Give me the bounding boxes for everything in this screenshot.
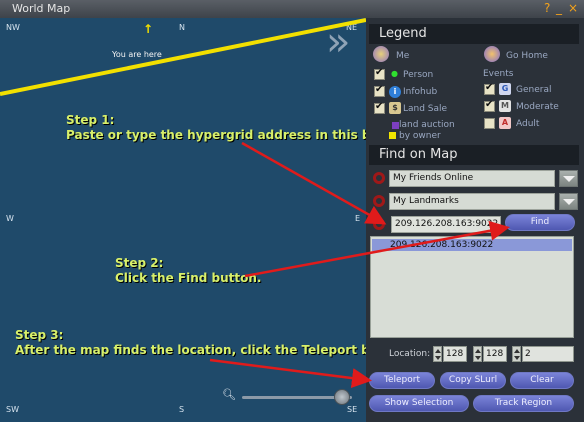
moderate-label: Moderate <box>516 102 559 112</box>
me-icon <box>373 46 389 62</box>
location-tracker-icon <box>373 218 385 230</box>
location-y-field[interactable]: 128 <box>483 346 507 362</box>
person-label: Person <box>403 70 434 80</box>
step2-annotation: Step 2: Click the Find button. <box>115 256 262 285</box>
events-label: Events <box>483 69 514 79</box>
landmarks-dropdown-button[interactable] <box>559 193 578 210</box>
friends-dropdown-button[interactable] <box>559 170 578 187</box>
track-region-button[interactable]: Track Region <box>473 395 574 412</box>
map-view[interactable]: NW N NE W E SW S SE You are here ↑ » Ste… <box>0 18 366 422</box>
land-sale-checkbox[interactable] <box>374 101 385 114</box>
zoom-icon: 🔍︎ <box>222 388 236 401</box>
help-icon[interactable]: ? <box>544 1 550 15</box>
land-sale-label: Land Sale <box>403 104 448 114</box>
home-icon[interactable] <box>484 46 500 62</box>
location-x-field[interactable]: 128 <box>443 346 467 362</box>
by-owner-label: by owner <box>399 131 441 141</box>
step1-annotation: Step 1: Paste or type the hypergrid addr… <box>66 113 366 142</box>
legend-header: Legend <box>369 24 579 44</box>
close-icon[interactable]: × <box>568 1 578 15</box>
window-title: World Map <box>12 2 71 15</box>
clear-button[interactable]: Clear <box>510 372 574 389</box>
copy-slurl-button[interactable]: Copy SLurl <box>440 372 506 389</box>
location-x-spinner[interactable] <box>433 346 442 362</box>
person-dot-icon: ● <box>391 69 398 78</box>
find-header: Find on Map <box>369 145 579 165</box>
step3-annotation: Step 3: After the map finds the location… <box>15 328 366 357</box>
teleport-button[interactable]: Teleport <box>369 372 435 389</box>
auction-swatch-icon <box>392 122 399 129</box>
title-bar[interactable]: World Map ? _ × <box>0 0 584 18</box>
general-rating-icon: G <box>499 83 511 95</box>
go-home-label[interactable]: Go Home <box>506 51 548 61</box>
region-border <box>0 18 366 96</box>
search-result-item[interactable]: 209.126.208.163:9022 <box>372 239 572 251</box>
landmarks-tracker-icon <box>373 195 385 207</box>
location-z-spinner[interactable] <box>512 346 521 362</box>
minimize-icon[interactable]: _ <box>556 1 562 15</box>
adult-label: Adult <box>516 119 540 129</box>
show-selection-button[interactable]: Show Selection <box>369 395 469 412</box>
land-sale-icon: $ <box>389 102 401 114</box>
adult-checkbox[interactable] <box>484 118 495 129</box>
landmarks-combo[interactable]: My Landmarks <box>389 193 555 210</box>
infohub-checkbox[interactable] <box>374 84 385 97</box>
moderate-rating-icon: M <box>499 100 511 112</box>
zoom-slider-handle[interactable] <box>334 389 350 405</box>
person-checkbox[interactable] <box>374 67 385 80</box>
adult-rating-icon: A <box>499 117 511 129</box>
location-z-field[interactable]: 2 <box>522 346 574 362</box>
expand-icon[interactable]: » <box>326 22 350 62</box>
moderate-checkbox[interactable] <box>484 99 495 112</box>
find-button[interactable]: Find <box>505 214 575 231</box>
location-label: Location: <box>389 349 431 359</box>
land-auction-label: land auction <box>399 120 455 130</box>
by-owner-swatch-icon <box>389 132 396 139</box>
north-arrow-icon: ↑ <box>143 22 154 36</box>
location-y-spinner[interactable] <box>473 346 482 362</box>
infohub-label: Infohub <box>403 87 438 97</box>
general-checkbox[interactable] <box>484 82 495 95</box>
search-address-input[interactable]: 209.126.208.163:9022 <box>391 216 501 233</box>
infohub-icon: i <box>389 86 401 98</box>
search-results-list[interactable]: 209.126.208.163:9022 <box>370 236 574 338</box>
friends-combo[interactable]: My Friends Online <box>389 170 555 187</box>
general-label: General <box>516 85 552 95</box>
you-are-here-label: You are here <box>112 50 162 59</box>
me-label: Me <box>396 51 410 61</box>
friends-tracker-icon <box>373 172 385 184</box>
world-map-window: World Map ? _ × NW N NE W E SW S SE You … <box>0 0 584 422</box>
